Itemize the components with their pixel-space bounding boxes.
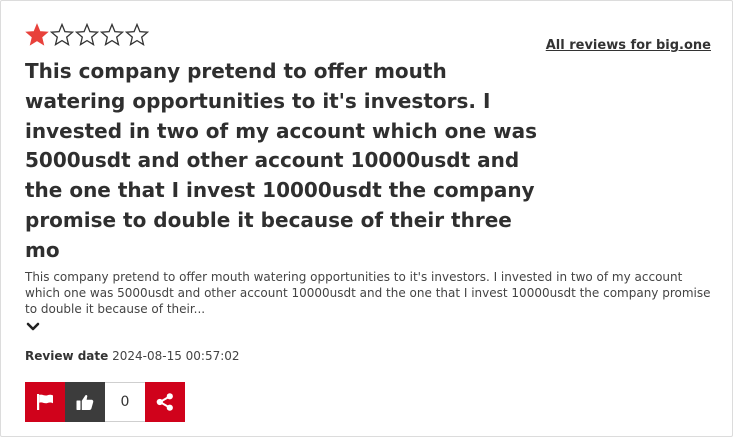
review-date-label: Review date bbox=[25, 349, 109, 363]
star-outline-icon bbox=[50, 23, 74, 46]
star-outline-icon bbox=[100, 23, 124, 46]
flag-icon bbox=[37, 394, 53, 410]
review-date: Review date 2024-08-15 00:57:02 bbox=[25, 349, 240, 363]
star-outline-icon bbox=[75, 23, 99, 46]
review-body: This company pretend to offer mouth wate… bbox=[25, 270, 711, 316]
star-rating bbox=[25, 23, 149, 47]
star-filled-icon bbox=[25, 23, 49, 46]
like-button[interactable] bbox=[65, 382, 105, 422]
thumbs-up-icon bbox=[76, 395, 94, 410]
share-button[interactable] bbox=[145, 382, 185, 422]
share-icon bbox=[156, 393, 173, 411]
chevron-down-icon[interactable] bbox=[26, 321, 40, 333]
review-card: All reviews for big.one This company pre… bbox=[0, 0, 733, 437]
flag-button[interactable] bbox=[25, 382, 65, 422]
all-reviews-link[interactable]: All reviews for big.one bbox=[546, 38, 711, 53]
review-title: This company pretend to offer mouth wate… bbox=[25, 59, 538, 262]
like-count: 0 bbox=[105, 382, 145, 422]
star-outline-icon bbox=[125, 23, 149, 46]
review-actions: 0 bbox=[25, 382, 185, 422]
review-date-value: 2024-08-15 00:57:02 bbox=[112, 349, 240, 363]
